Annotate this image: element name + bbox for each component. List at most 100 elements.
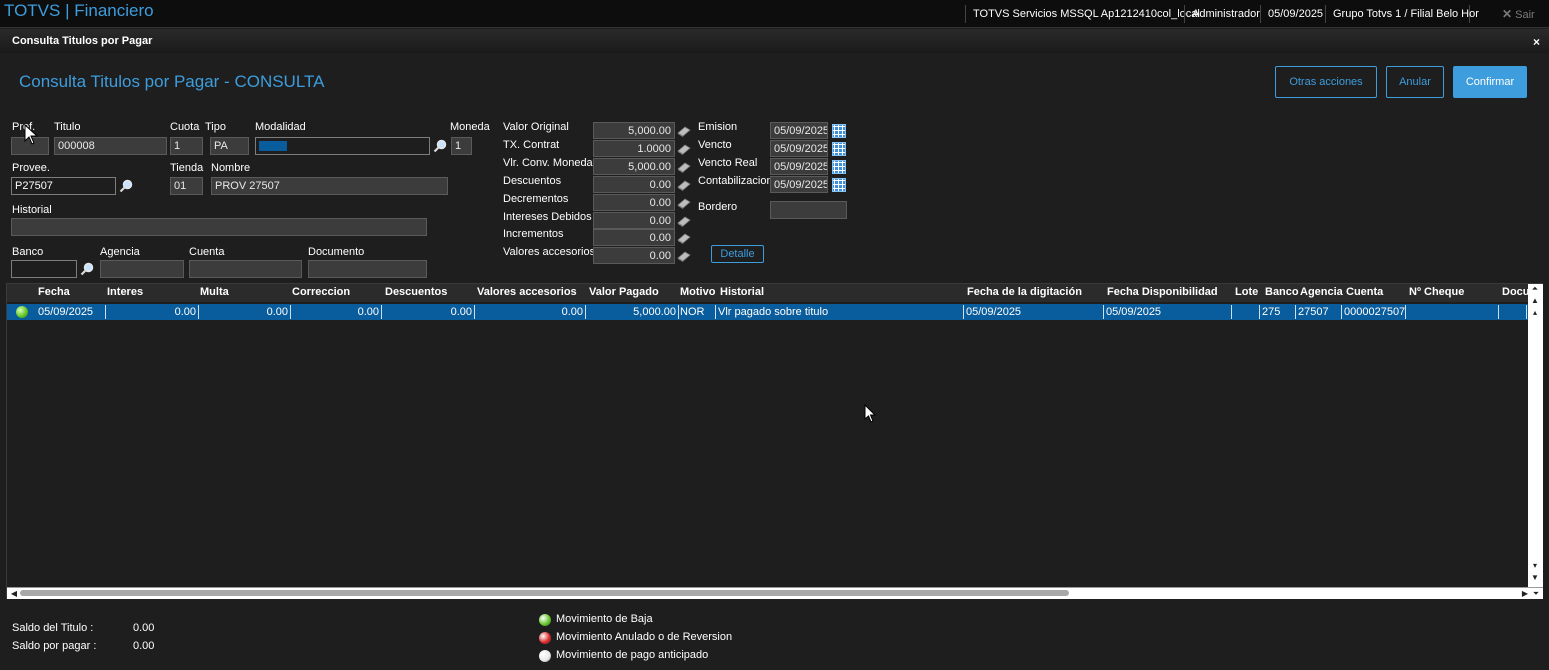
value-label: Intereses Debidos — [503, 211, 592, 223]
scroll-up-icon[interactable]: ▴ — [1528, 308, 1542, 317]
value-field[interactable]: 0.00 — [593, 176, 675, 193]
dialog-close-button[interactable]: × — [1533, 35, 1540, 49]
table-cell[interactable] — [1498, 305, 1527, 319]
value-field[interactable]: 0.00 — [593, 229, 675, 246]
value-field[interactable]: 0.00 — [593, 212, 675, 229]
calendar-icon[interactable] — [832, 178, 846, 192]
column-header[interactable]: Multa — [200, 286, 229, 298]
confirm-button[interactable]: Confirmar — [1453, 66, 1527, 98]
cuenta-field[interactable] — [189, 260, 302, 278]
other-actions-button[interactable]: Otras acciones — [1275, 66, 1377, 98]
calculator-icon[interactable] — [677, 144, 691, 155]
calendar-icon[interactable] — [832, 142, 846, 156]
bordero-field[interactable] — [770, 201, 847, 219]
column-header[interactable]: Nº Cheque — [1409, 286, 1464, 298]
table-cell[interactable] — [1406, 305, 1499, 319]
column-header[interactable]: Descuentos — [385, 286, 447, 298]
banco-label: Banco — [12, 246, 44, 258]
nombre-field[interactable]: PROV 27507 — [211, 177, 448, 195]
date-field[interactable]: 05/09/2025 — [770, 140, 828, 157]
documento-label: Documento — [308, 246, 365, 258]
table-cell[interactable]: 0.00 — [382, 305, 475, 319]
calendar-icon[interactable] — [832, 124, 846, 138]
scroll-down-icon[interactable]: ▾ — [1528, 561, 1542, 570]
scroll-page-up-icon[interactable]: ▲ — [1528, 296, 1542, 305]
table-cell[interactable]: 275 — [1260, 305, 1296, 319]
column-header[interactable]: Agencia — [1300, 286, 1343, 298]
column-header[interactable]: Motivo — [680, 286, 715, 298]
grid-vertical-scrollbar[interactable]: ⏶ ▲ ▴ ▾ ▼ — [1528, 284, 1543, 588]
modalidad-search-icon[interactable] — [433, 139, 447, 153]
scroll-last-icon[interactable]: ⏷ — [1529, 589, 1543, 598]
banco-search-icon[interactable] — [80, 262, 94, 276]
table-cell[interactable] — [1232, 305, 1260, 319]
table-cell[interactable]: NOR — [678, 305, 716, 319]
date-label: Contabilizacion — [698, 175, 773, 187]
saldo-titulo-label: Saldo del Titulo : — [12, 622, 94, 634]
table-cell[interactable]: 05/09/2025 — [1104, 305, 1232, 319]
column-header[interactable]: Valores accesorios — [477, 286, 577, 298]
table-cell[interactable]: 0.00 — [474, 305, 586, 319]
detalle-button[interactable]: Detalle — [711, 245, 764, 263]
date-field[interactable]: 05/09/2025 — [770, 158, 828, 175]
exit-button[interactable]: ✕ Sair — [1502, 5, 1535, 23]
value-field[interactable]: 5,000.00 — [593, 122, 675, 139]
table-cell[interactable]: 0.00 — [290, 305, 382, 319]
column-header[interactable]: Historial — [720, 286, 764, 298]
date-label[interactable]: 05/09/2025 — [1260, 5, 1330, 23]
moneda-field[interactable]: 1 — [451, 137, 472, 155]
column-header[interactable]: Lote — [1235, 286, 1258, 298]
column-header[interactable]: Docum — [1502, 286, 1528, 298]
calculator-icon[interactable] — [677, 198, 691, 209]
user-label[interactable]: Administrador — [1184, 5, 1267, 23]
value-field[interactable]: 5,000.00 — [593, 158, 675, 175]
date-field[interactable]: 05/09/2025 — [770, 122, 828, 139]
cancel-button[interactable]: Anular — [1386, 66, 1444, 98]
scroll-first-icon[interactable]: ⏶ — [1528, 284, 1542, 293]
table-cell[interactable]: 05/09/2025 — [36, 305, 106, 319]
column-header[interactable]: Correccion — [292, 286, 350, 298]
column-header[interactable]: Fecha Disponibilidad — [1107, 286, 1218, 298]
value-field[interactable]: 1.0000 — [593, 140, 675, 157]
agencia-field[interactable] — [100, 260, 184, 278]
scroll-left-icon[interactable]: ◀ — [7, 589, 21, 598]
column-header[interactable]: Fecha — [38, 286, 70, 298]
column-header[interactable]: Interes — [107, 286, 143, 298]
branch-label[interactable]: Grupo Totvs 1 / Filial Belo Hor — [1325, 5, 1479, 23]
saldo-pagar-label: Saldo por pagar : — [12, 640, 97, 652]
table-cell[interactable]: Vlr pagado sobre titulo — [716, 305, 964, 319]
column-header[interactable]: Cuenta — [1346, 286, 1383, 298]
table-cell[interactable]: 0.00 — [198, 305, 291, 319]
banco-field[interactable] — [11, 260, 77, 278]
calculator-icon[interactable] — [677, 233, 691, 244]
scroll-page-down-icon[interactable]: ▼ — [1528, 573, 1542, 582]
calculator-icon[interactable] — [677, 126, 691, 137]
calendar-icon[interactable] — [832, 160, 846, 174]
value-field[interactable]: 0.00 — [593, 247, 675, 264]
calculator-icon[interactable] — [677, 216, 691, 227]
column-header[interactable]: Banco — [1265, 286, 1299, 298]
proveedor-field[interactable]: P27507 — [11, 177, 116, 195]
cuota-field[interactable]: 1 — [170, 137, 203, 155]
calculator-icon[interactable] — [677, 251, 691, 262]
modalidad-field[interactable] — [255, 137, 430, 155]
table-cell[interactable]: 5,000.00 — [586, 305, 679, 319]
table-cell[interactable]: 27507 — [1296, 305, 1342, 319]
tienda-field[interactable]: 01 — [170, 177, 203, 195]
proveedor-search-icon[interactable] — [119, 179, 133, 193]
horizontal-scroll-thumb[interactable] — [20, 590, 1069, 596]
column-header[interactable]: Fecha de la digitación — [967, 286, 1082, 298]
historial-field[interactable] — [11, 218, 427, 236]
table-cell[interactable]: 0000027507 — [1342, 305, 1406, 319]
tipo-field[interactable]: PA — [210, 137, 249, 155]
value-field[interactable]: 0.00 — [593, 194, 675, 211]
documento-field[interactable] — [308, 260, 427, 278]
calculator-icon[interactable] — [677, 180, 691, 191]
date-field[interactable]: 05/09/2025 — [770, 176, 828, 193]
column-header[interactable]: Valor Pagado — [589, 286, 659, 298]
table-cell[interactable]: 0.00 — [106, 305, 199, 319]
table-cell[interactable]: 05/09/2025 — [964, 305, 1104, 319]
titulo-field[interactable]: 000008 — [54, 137, 167, 155]
calculator-icon[interactable] — [677, 162, 691, 173]
value-label: Incrementos — [503, 228, 564, 240]
